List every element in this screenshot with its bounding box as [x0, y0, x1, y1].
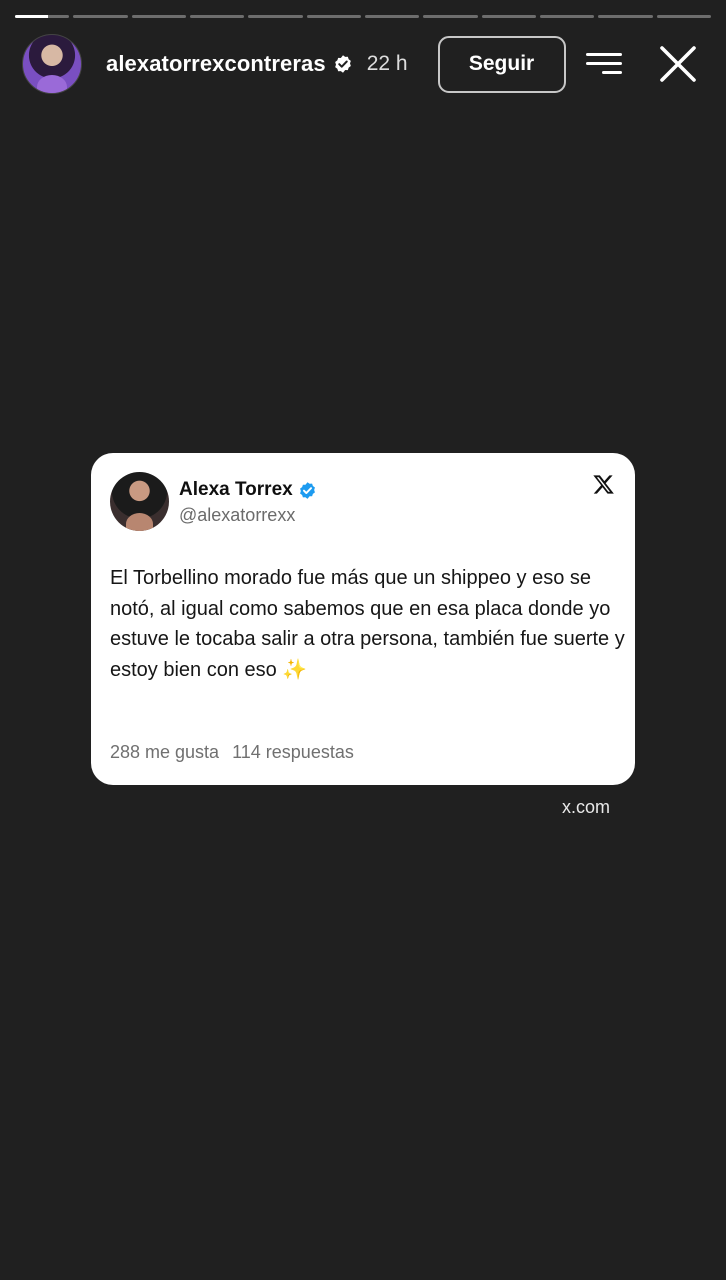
close-icon[interactable] [659, 45, 697, 83]
story-viewer[interactable]: alexatorrexcontreras 22 h Seguir Alexa T… [0, 0, 726, 1280]
progress-segment [131, 15, 186, 18]
progress-segment [306, 15, 361, 18]
progress-segment [423, 15, 478, 18]
username-label[interactable]: alexatorrexcontreras [106, 51, 326, 77]
story-progress-bar [15, 15, 711, 18]
story-timestamp: 22 h [366, 52, 408, 75]
verified-badge-icon [299, 481, 315, 499]
like-count: 288 me gusta [110, 742, 220, 762]
follow-button[interactable]: Seguir [437, 35, 566, 93]
x-logo-icon [593, 475, 614, 494]
tweet-stats: 288 me gusta 114 respuestas [110, 742, 354, 763]
menu-icon[interactable] [585, 52, 622, 76]
progress-segment [364, 15, 420, 18]
progress-segment [481, 15, 536, 18]
progress-segment [248, 15, 303, 18]
tweet-author-name: Alexa Torrex [179, 479, 293, 500]
tweet-author-handle: @alexatorrexx [179, 505, 296, 525]
progress-segment [15, 15, 70, 18]
tweet-author-avatar [110, 472, 169, 531]
source-link[interactable]: x.com [562, 797, 610, 818]
story-header: alexatorrexcontreras 22 h Seguir [22, 34, 706, 94]
profile-avatar[interactable] [22, 34, 82, 94]
tweet-card[interactable]: Alexa Torrex @alexatorrexx El Torbellino… [91, 453, 635, 785]
progress-segment [598, 15, 653, 18]
reply-count: 114 respuestas [232, 742, 354, 762]
progress-segment [656, 15, 711, 18]
progress-segment [73, 15, 128, 18]
verified-badge-icon [333, 54, 353, 74]
tweet-text: El Torbellino morado fue más que un ship… [110, 567, 625, 681]
progress-segment [539, 15, 595, 18]
progress-segment [189, 15, 245, 18]
